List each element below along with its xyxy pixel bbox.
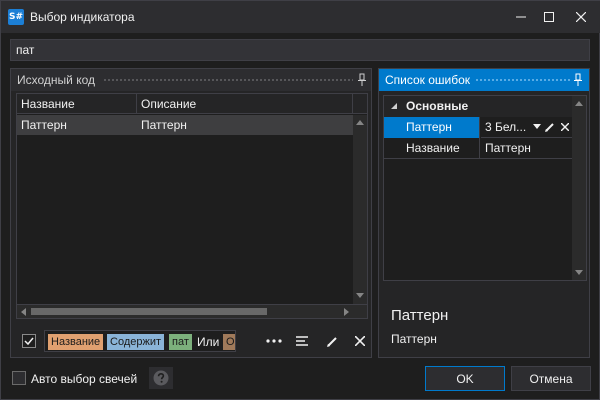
description-text: Паттерн xyxy=(391,332,437,346)
scroll-left-icon[interactable] xyxy=(20,308,26,316)
checkmark-icon xyxy=(24,337,34,346)
property-value-text: 3 Бел... xyxy=(485,120,527,134)
title-bar[interactable]: S# Выбор индикатора xyxy=(1,1,600,33)
filter-value-token[interactable]: пат xyxy=(169,334,192,350)
ok-button[interactable]: OK xyxy=(425,366,505,391)
pencil-icon xyxy=(326,336,337,347)
scroll-right-icon[interactable] xyxy=(344,308,350,316)
error-list-panel: Список ошибок Основные Паттерн 3 Бел... xyxy=(378,68,590,358)
category-label: Основные xyxy=(406,99,469,113)
filter-enabled-checkbox[interactable] xyxy=(22,334,36,348)
scroll-thumb[interactable] xyxy=(31,308,267,315)
source-code-panel: Исходный код Название Описание Паттерн П… xyxy=(10,68,372,358)
cell-description: Паттерн xyxy=(141,118,187,132)
more-button[interactable] xyxy=(264,331,284,351)
filter-bar: Название Содержит пат Или Оп xyxy=(16,327,368,355)
scroll-up-icon[interactable] xyxy=(356,119,364,125)
panel-title: Исходный код xyxy=(17,73,95,87)
search-input[interactable]: пат xyxy=(10,39,590,61)
list-icon xyxy=(296,336,308,346)
pin-icon[interactable] xyxy=(573,73,583,87)
property-row[interactable]: Название Паттерн xyxy=(384,138,572,159)
ellipsis-icon xyxy=(266,339,282,343)
property-value[interactable]: Паттерн xyxy=(481,138,572,159)
auto-select-candles-checkbox[interactable] xyxy=(12,371,26,385)
filter-operator-token[interactable]: Содержит xyxy=(107,334,165,350)
property-name: Название xyxy=(384,138,480,159)
property-grid: Основные Паттерн 3 Бел... Название Патте… xyxy=(383,95,587,281)
collapse-icon[interactable] xyxy=(390,102,398,110)
app-icon: S# xyxy=(8,9,24,25)
filter-field-token[interactable]: Название xyxy=(48,334,104,350)
property-category[interactable]: Основные xyxy=(384,96,572,117)
window-title: Выбор индикатора xyxy=(30,10,135,24)
filter-logic-token[interactable]: Или xyxy=(197,334,219,350)
grid-header: Название Описание xyxy=(17,94,367,114)
pin-icon[interactable] xyxy=(357,73,367,87)
filter-next-field-token[interactable]: Оп xyxy=(223,334,235,350)
column-header-name[interactable]: Название xyxy=(17,94,137,114)
close-button[interactable] xyxy=(565,1,597,33)
description-title: Паттерн xyxy=(391,307,449,324)
maximize-button[interactable] xyxy=(533,1,565,33)
help-button[interactable] xyxy=(149,367,173,389)
cancel-button[interactable]: Отмена xyxy=(511,366,591,391)
cell-name: Паттерн xyxy=(21,118,67,132)
panel-title: Список ошибок xyxy=(385,73,471,87)
drag-grip[interactable] xyxy=(103,78,353,83)
property-name: Паттерн xyxy=(384,117,480,138)
column-header-description[interactable]: Описание xyxy=(137,94,353,114)
table-row[interactable]: Паттерн Паттерн xyxy=(17,115,353,135)
vertical-scrollbar[interactable] xyxy=(353,115,367,304)
horizontal-scrollbar[interactable] xyxy=(16,305,368,319)
clear-filter-button[interactable] xyxy=(350,331,370,351)
edit-filter-button[interactable] xyxy=(322,331,342,351)
filter-expression[interactable]: Название Содержит пат Или Оп xyxy=(44,330,236,352)
scroll-down-icon[interactable] xyxy=(356,293,364,299)
scroll-down-icon[interactable] xyxy=(575,270,583,276)
auto-select-candles-label[interactable]: Авто выбор свечей xyxy=(31,372,137,386)
help-icon xyxy=(153,370,169,386)
scroll-up-icon[interactable] xyxy=(575,100,583,106)
dropdown-icon[interactable] xyxy=(533,124,541,130)
filter-list-button[interactable] xyxy=(292,331,312,351)
pencil-icon[interactable] xyxy=(545,122,555,132)
maximize-icon xyxy=(544,12,554,22)
close-icon xyxy=(576,12,586,22)
vertical-scrollbar[interactable] xyxy=(572,96,586,280)
clear-value-icon[interactable] xyxy=(561,123,569,131)
close-icon xyxy=(355,336,365,346)
minimize-icon xyxy=(516,16,526,18)
dialog-window: S# Выбор индикатора пат Исходный код Наз… xyxy=(0,0,600,400)
indicator-grid: Название Описание Паттерн Паттерн xyxy=(16,93,368,305)
property-value[interactable]: 3 Бел... xyxy=(481,117,572,138)
property-row[interactable]: Паттерн 3 Бел... xyxy=(384,117,572,138)
drag-grip[interactable] xyxy=(475,78,571,83)
